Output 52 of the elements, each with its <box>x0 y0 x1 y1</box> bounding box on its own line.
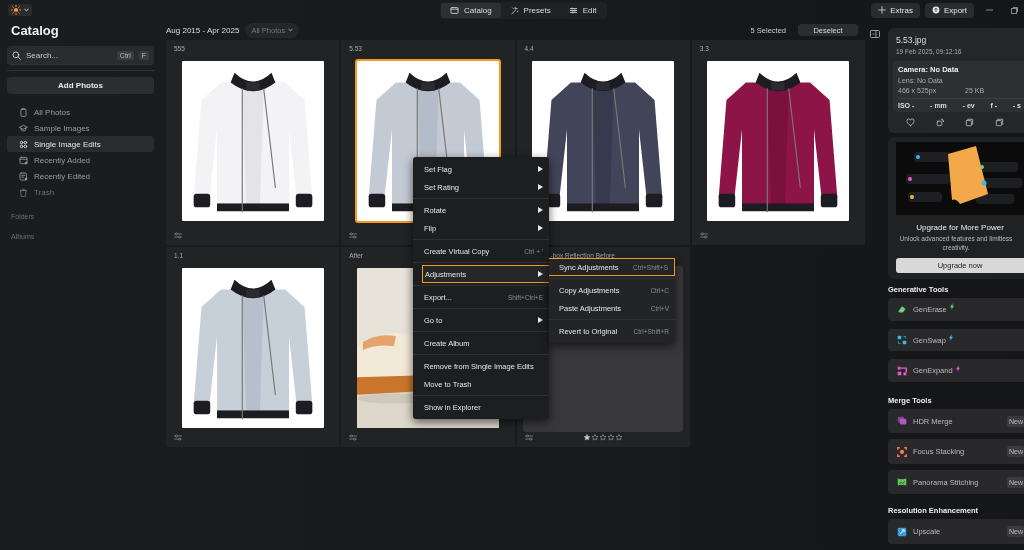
sparkle-icon <box>878 6 887 14</box>
magic-wand-icon <box>509 6 519 15</box>
minimize-icon <box>985 9 993 11</box>
nav-tab[interactable]: Presets <box>500 3 560 18</box>
submenu-arrow-icon <box>538 184 543 190</box>
document-icon <box>19 171 28 181</box>
export-button[interactable]: Export <box>924 2 974 18</box>
app-menu-button[interactable] <box>8 4 32 16</box>
heart-icon <box>906 118 916 127</box>
jar-icon <box>19 107 28 117</box>
grid-icon <box>19 139 28 149</box>
sun-icon <box>11 5 21 15</box>
upload-icon <box>931 6 940 14</box>
filled-star-icon <box>583 433 591 441</box>
copy-icon <box>994 118 1004 127</box>
trash-icon <box>19 187 28 197</box>
sidebar-item[interactable]: Recently Edited <box>7 168 154 184</box>
caret-icon <box>24 8 29 12</box>
extras-button[interactable]: Extras <box>871 2 920 18</box>
submenu-arrow-icon <box>538 317 543 323</box>
sidebar-title: Catalog <box>11 23 60 38</box>
sidebar-item[interactable]: Single Image Edits <box>7 136 154 152</box>
search-input[interactable]: Search... <box>26 50 112 60</box>
caret-icon <box>288 28 294 32</box>
file-name: 5.53.jpg <box>896 35 928 45</box>
sidebar-item[interactable]: All Photos <box>7 104 154 120</box>
nav-tab[interactable]: Catalog <box>441 3 501 18</box>
sliders-icon <box>568 6 578 15</box>
sidebar-item[interactable]: Recently Added <box>7 152 154 168</box>
restore-icon <box>1010 6 1018 14</box>
copy-icon <box>965 118 975 127</box>
search-icon <box>12 50 21 60</box>
submenu-arrow-icon <box>538 166 543 172</box>
rotate-icon <box>935 118 945 127</box>
date-range: Aug 2015 - Apr 2025 <box>166 25 240 35</box>
cap-icon <box>19 123 28 133</box>
adjustments-icon <box>349 433 358 441</box>
sidebar-item[interactable]: Sample Images <box>7 120 154 136</box>
nav-tab[interactable]: Edit <box>559 3 606 18</box>
add-photos-button[interactable]: Add Photos <box>7 77 154 94</box>
submenu-arrow-icon <box>538 225 543 231</box>
promo-title: Upgrade for More Power <box>915 223 1005 232</box>
panel-toggle-icon <box>870 30 880 38</box>
submenu-arrow-icon <box>538 271 543 277</box>
submenu-arrow-icon <box>538 207 543 213</box>
folder-icon <box>450 6 459 15</box>
calendar-icon <box>19 155 28 165</box>
adjustments-icon <box>349 231 358 239</box>
adjustments-icon <box>699 231 708 239</box>
adjustments-icon <box>174 231 182 239</box>
adjustments-icon <box>524 433 533 441</box>
adjustments-icon <box>174 433 182 441</box>
